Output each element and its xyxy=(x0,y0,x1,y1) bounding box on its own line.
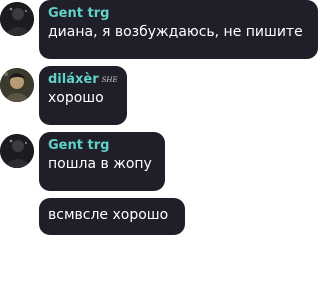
message-author[interactable]: diláxèr SHE xyxy=(48,72,118,88)
message-author[interactable]: Gent trg xyxy=(48,6,309,22)
message-bubble[interactable]: Gent trg пошла в жопу xyxy=(39,132,165,191)
message-author[interactable]: Gent trg xyxy=(48,138,156,154)
message-bubble[interactable]: diláxèr SHE хорошо xyxy=(39,66,127,125)
message-bubble[interactable]: всмвсле хорошо xyxy=(39,198,185,235)
avatar[interactable] xyxy=(0,2,34,36)
message-text: всмвсле хорошо xyxy=(48,207,169,223)
message-text: диана, я возбуждаюсь, не пишите xyxy=(48,24,303,40)
message-bubble[interactable]: Gent trg диана, я возбуждаюсь, не пишите xyxy=(39,0,318,59)
message-text: хорошо xyxy=(48,90,104,106)
avatar[interactable] xyxy=(0,68,34,102)
avatar[interactable] xyxy=(0,134,34,168)
message-text: пошла в жопу xyxy=(48,156,152,172)
author-name[interactable]: diláxèr xyxy=(48,72,99,87)
role-badge: SHE xyxy=(101,76,118,84)
